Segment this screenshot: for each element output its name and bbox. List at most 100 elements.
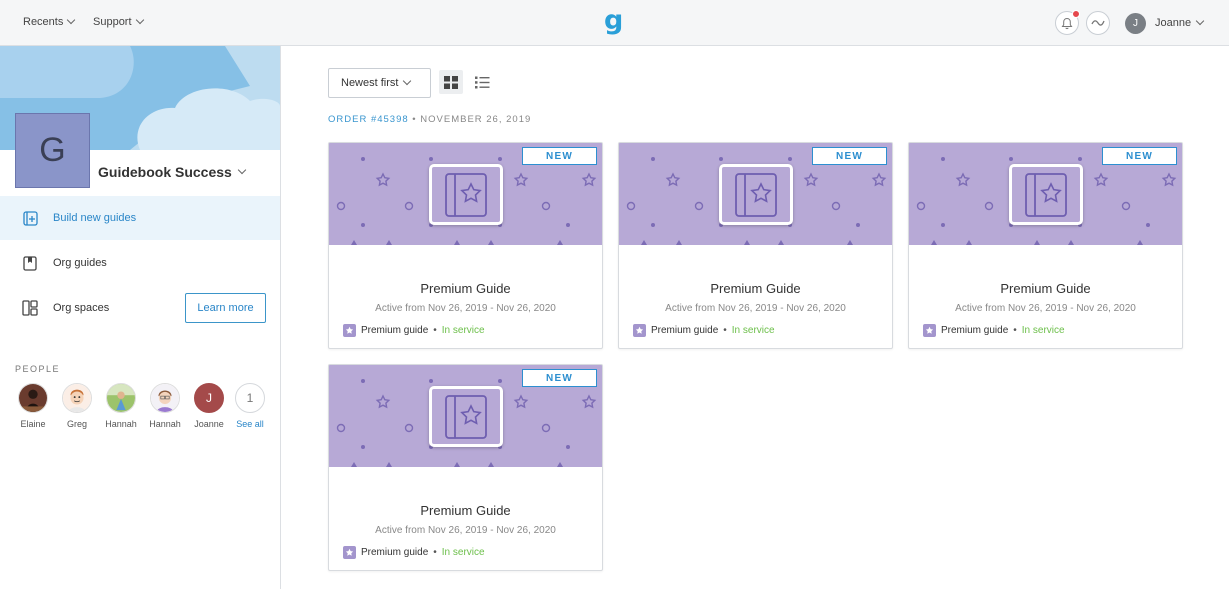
user-avatar[interactable]: J bbox=[1125, 13, 1146, 34]
card-title: Premium Guide bbox=[1000, 281, 1091, 296]
order-header: ORDER #45398 • NOVEMBER 26, 2019 bbox=[328, 114, 531, 125]
card-status: In service bbox=[1021, 325, 1065, 336]
book-star-icon bbox=[429, 386, 503, 447]
card-title: Premium Guide bbox=[710, 281, 801, 296]
grid-view-button[interactable] bbox=[439, 70, 463, 94]
meta-separator: • bbox=[433, 547, 437, 558]
grid-icon bbox=[444, 75, 458, 89]
sort-dropdown[interactable]: Newest first bbox=[328, 68, 431, 98]
card-title: Premium Guide bbox=[420, 281, 511, 296]
list-view-button[interactable] bbox=[470, 70, 494, 94]
meta-separator: • bbox=[723, 325, 727, 336]
guidebook-logo[interactable]: g bbox=[604, 7, 623, 35]
meta-separator: • bbox=[1013, 325, 1017, 336]
chevron-down-icon bbox=[135, 15, 144, 25]
bookmark-icon bbox=[22, 255, 38, 271]
book-star-icon bbox=[719, 164, 793, 225]
card-meta: Premium guide • In service bbox=[633, 324, 775, 337]
person-joanne[interactable]: J Joanne bbox=[187, 383, 231, 429]
card-status: In service bbox=[731, 325, 775, 336]
spaces-icon bbox=[22, 300, 38, 316]
person-name: Joanne bbox=[194, 419, 224, 429]
sidebar-item-label: Org spaces bbox=[53, 302, 110, 314]
avatar bbox=[62, 383, 92, 413]
sidebar-item-org-spaces[interactable]: Org spaces bbox=[0, 286, 170, 330]
person-name: Hannah bbox=[149, 419, 181, 429]
person-greg[interactable]: Greg bbox=[55, 383, 99, 429]
people-count-badge: 1 bbox=[235, 383, 265, 413]
person-hannah[interactable]: Hannah bbox=[99, 383, 143, 429]
org-avatar: G bbox=[15, 113, 90, 188]
chevron-down-icon bbox=[67, 15, 76, 25]
avatar: J bbox=[194, 383, 224, 413]
card-meta: Premium guide • In service bbox=[923, 324, 1065, 337]
new-badge: NEW bbox=[522, 369, 597, 387]
card-meta: Premium guide • In service bbox=[343, 324, 485, 337]
person-elaine[interactable]: Elaine bbox=[11, 383, 55, 429]
see-all-people[interactable]: 1 See all bbox=[228, 383, 272, 429]
person-name: Hannah bbox=[105, 419, 137, 429]
card-status: In service bbox=[441, 325, 485, 336]
learn-more-button[interactable]: Learn more bbox=[185, 293, 266, 323]
premium-star-icon bbox=[343, 546, 356, 559]
sidebar: G Guidebook Success Build new guides Org… bbox=[0, 46, 281, 589]
card-meta: Premium guide • In service bbox=[343, 546, 485, 559]
org-switcher[interactable]: Guidebook Success bbox=[98, 164, 247, 180]
org-name: Guidebook Success bbox=[98, 164, 232, 180]
card-type: Premium guide bbox=[941, 325, 1009, 336]
order-id[interactable]: ORDER #45398 bbox=[328, 114, 409, 125]
activity-button[interactable] bbox=[1086, 11, 1110, 35]
recents-dropdown[interactable]: Recents bbox=[23, 15, 76, 28]
avatar bbox=[18, 383, 48, 413]
see-all-link[interactable]: See all bbox=[228, 419, 272, 429]
order-separator: • bbox=[408, 114, 421, 125]
sidebar-item-org-guides[interactable]: Org guides bbox=[0, 241, 280, 285]
card-type: Premium guide bbox=[361, 547, 429, 558]
book-star-icon bbox=[1009, 164, 1083, 225]
chevron-down-icon bbox=[237, 165, 247, 175]
new-badge: NEW bbox=[812, 147, 887, 165]
top-bar: Recents Support g J Joanne bbox=[0, 0, 1229, 46]
avatar bbox=[150, 383, 180, 413]
person-hannah-2[interactable]: Hannah bbox=[143, 383, 187, 429]
card-status: In service bbox=[441, 547, 485, 558]
guide-card[interactable]: NEW Premium Guide Active from Nov 26, 20… bbox=[328, 364, 603, 571]
activity-icon bbox=[1091, 20, 1105, 26]
card-type: Premium guide bbox=[651, 325, 719, 336]
add-guide-icon bbox=[22, 210, 38, 226]
new-badge: NEW bbox=[522, 147, 597, 165]
guide-card[interactable]: NEW Premium Guide Active from Nov 26, 20… bbox=[328, 142, 603, 349]
card-dates: Active from Nov 26, 2019 - Nov 26, 2020 bbox=[375, 303, 556, 314]
bell-icon bbox=[1061, 17, 1073, 29]
sort-label: Newest first bbox=[341, 77, 399, 89]
support-label: Support bbox=[93, 16, 132, 28]
card-title: Premium Guide bbox=[420, 503, 511, 518]
card-dates: Active from Nov 26, 2019 - Nov 26, 2020 bbox=[955, 303, 1136, 314]
premium-star-icon bbox=[343, 324, 356, 337]
people-section-title: PEOPLE bbox=[15, 364, 61, 374]
list-icon bbox=[474, 76, 489, 88]
book-star-icon bbox=[429, 164, 503, 225]
order-date: NOVEMBER 26, 2019 bbox=[420, 114, 532, 125]
sidebar-item-build-new-guides[interactable]: Build new guides bbox=[0, 196, 280, 240]
user-name: Joanne bbox=[1155, 17, 1192, 29]
sidebar-item-label: Build new guides bbox=[53, 212, 137, 224]
card-dates: Active from Nov 26, 2019 - Nov 26, 2020 bbox=[665, 303, 846, 314]
avatar bbox=[106, 383, 136, 413]
sidebar-item-label: Org guides bbox=[53, 257, 107, 269]
premium-star-icon bbox=[633, 324, 646, 337]
notifications-button[interactable] bbox=[1055, 10, 1080, 35]
meta-separator: • bbox=[433, 325, 437, 336]
card-type: Premium guide bbox=[361, 325, 429, 336]
notification-dot bbox=[1072, 10, 1080, 18]
user-menu[interactable]: Joanne bbox=[1155, 16, 1205, 29]
new-badge: NEW bbox=[1102, 147, 1177, 165]
guide-card[interactable]: NEW Premium Guide Active from Nov 26, 20… bbox=[618, 142, 893, 349]
recents-label: Recents bbox=[23, 16, 64, 28]
chevron-down-icon bbox=[403, 76, 412, 86]
chevron-down-icon bbox=[1195, 16, 1205, 26]
card-dates: Active from Nov 26, 2019 - Nov 26, 2020 bbox=[375, 525, 556, 536]
person-name: Greg bbox=[66, 419, 87, 429]
support-dropdown[interactable]: Support bbox=[93, 15, 144, 28]
guide-card[interactable]: NEW Premium Guide Active from Nov 26, 20… bbox=[908, 142, 1183, 349]
